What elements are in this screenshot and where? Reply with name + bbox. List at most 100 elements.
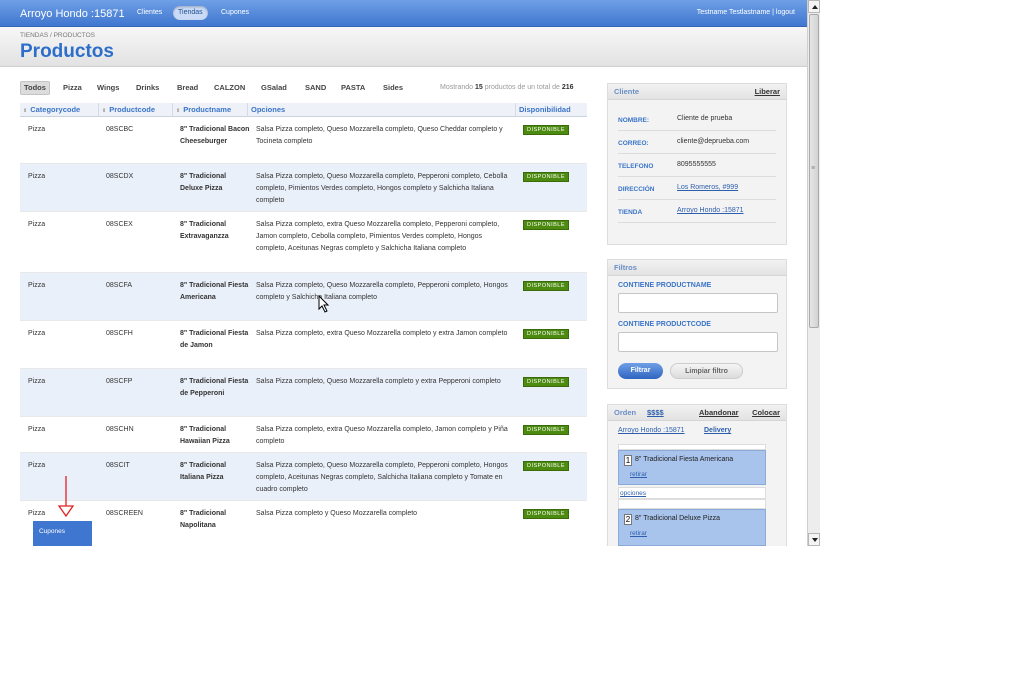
status-badge: DISPONIBLE [523,172,570,182]
row-productcode: 08SCEX [106,221,133,228]
row-productname: 8" Tradicional Napolitana [180,510,227,529]
colocar-link[interactable]: Colocar [752,405,780,421]
productname-filter-input[interactable] [618,293,778,313]
cliente-field-label: NOMBRE: [618,117,650,124]
row-productcode: 08SCREEN [106,510,143,517]
floating-cupones-button[interactable]: Cupones [33,521,92,546]
retirar-link[interactable]: retirar [630,471,647,478]
col-categorycode[interactable]: ⇕ Categorycode [20,103,99,117]
col-productcode[interactable]: ⇕ Productcode [99,103,173,117]
scroll-up-arrow-icon[interactable] [808,0,820,13]
nav-clientes[interactable]: Clientes [132,6,167,20]
row-productcode: 08SCFA [106,282,133,289]
tab-pizza[interactable]: Pizza [60,81,85,95]
browser-viewport: Arroyo Hondo :15871 Clientes Tiendas Cup… [0,0,807,546]
table-row[interactable]: Pizza 08SCFP 8" Tradicional Fiesta de Pepp… [20,369,587,417]
cliente-field-label: CORREO: [618,140,649,147]
row-options: Salsa Pizza completo, Queso Mozzarella c… [256,462,508,493]
table-row[interactable]: Pizza 08SCHN 8" Tradicional Hawaiian Pizza… [20,417,587,453]
productname-filter-label: CONTIENE PRODUCTNAME [618,282,712,289]
opciones-link[interactable]: opciones [618,487,766,499]
filtros-panel-title: Filtros [614,263,637,272]
status-badge: DISPONIBLE [523,461,570,471]
orden-panel-title: Orden [614,408,637,417]
row-productname: 8" Tradicional Extravaganzza [180,221,229,240]
filtros-panel-header: Filtros [608,260,786,276]
table-row[interactable]: Pizza 08SCFH 8" Tradicional Fiesta de Jamo… [20,321,587,369]
cliente-field-label: DIRECCIÓN [618,186,655,193]
table-row[interactable]: Pizza 08SCFA 8" Tradicional Fiesta America… [20,273,587,321]
sort-icon: ⇕ [23,108,28,114]
row-productname: 8" Tradicional Fiesta Americana [180,282,249,301]
filtrar-button[interactable]: Filtrar [618,363,663,379]
row-productcode: 08SCIT [106,462,130,469]
col-label: Productname [183,105,232,114]
scroll-down-arrow-icon[interactable] [808,533,820,546]
cliente-field-label: TELEFONO [618,163,654,170]
row-productname: 8" Tradicional Fiesta de Pepperoni [180,378,249,397]
tab-calzon[interactable]: CALZON [211,81,248,95]
retirar-link[interactable]: retirar [630,530,647,537]
filtros-panel: Filtros CONTIENE PRODUCTNAME CONTIENE PR… [607,259,787,389]
tab-gsalad[interactable]: GSalad [258,81,290,95]
order-store-link[interactable]: Arroyo Hondo :15871 [618,427,685,434]
quantity-field[interactable]: 2 [624,514,632,525]
cliente-field: TELEFONO 8095555555 [618,154,776,177]
tab-sides[interactable]: Sides [380,81,406,95]
row-productname: 8" Tradicional Fiesta de Jamon [180,330,249,349]
productcode-filter-input[interactable] [618,332,778,352]
row-productname: 8" Tradicional Deluxe Pizza [180,173,227,192]
row-category: Pizza [28,426,46,433]
tab-pasta[interactable]: PASTA [338,81,368,95]
orden-panel-header: Orden $$$$ Abandonar Colocar [608,405,786,421]
table-row[interactable]: Pizza 08SCIT 8" Tradicional Italiana Pizza… [20,453,587,501]
row-category: Pizza [28,126,46,133]
scrollbar-thumb[interactable] [809,14,819,328]
tab-bread[interactable]: Bread [174,81,201,95]
store-brand[interactable]: Arroyo Hondo :15871 [20,8,125,20]
cliente-panel-header: Cliente Liberar [608,84,786,100]
row-options: Salsa Pizza completo, extra Queso Mozzar… [256,426,508,445]
tab-todos[interactable]: Todos [20,81,50,95]
page-title: Productos [20,41,114,62]
quantity-field[interactable]: 1 [624,455,632,466]
cliente-field-value[interactable]: Los Romeros, #999 [677,184,738,191]
user-nav[interactable]: Testname Testlastname | logout [697,9,795,16]
table-row[interactable]: Pizza 08SCBC 8" Tradicional Bacon Cheesebu… [20,117,587,164]
abandonar-link[interactable]: Abandonar [699,405,739,421]
col-label: Productcode [109,105,156,114]
results-shown: 15 [475,84,483,91]
col-productname[interactable]: ⇕ Productname [173,103,248,117]
status-badge: DISPONIBLE [523,220,570,230]
col-disponibilidad: Disponibilidad [516,103,587,117]
table-row[interactable]: Pizza 08SCDX 8" Tradicional Deluxe Pizza Sa… [20,164,587,212]
orden-panel: Orden $$$$ Abandonar Colocar Arroyo Hond… [607,404,787,546]
vertical-scrollbar[interactable] [807,0,820,546]
liberar-link[interactable]: Liberar [755,84,780,100]
limpiar-filtro-button[interactable]: Limpiar filtro [670,363,743,379]
tab-sand[interactable]: SAND [302,81,329,95]
row-options: Salsa Pizza completo, extra Queso Mozzar… [256,221,500,252]
col-label: Disponibilidad [519,105,571,114]
col-opciones: Opciones [248,103,516,117]
row-category: Pizza [28,173,46,180]
row-options: Salsa Pizza completo, extra Queso Mozzar… [256,330,508,337]
row-category: Pizza [28,330,46,337]
row-productname: 8" Tradicional Italiana Pizza [180,462,227,481]
delivery-link[interactable]: Delivery [704,427,731,434]
row-category: Pizza [28,462,46,469]
cliente-field: NOMBRE: Cliente de prueba [618,108,776,131]
status-badge: DISPONIBLE [523,425,570,435]
cliente-field: CORREO: cliente@deprueba.com [618,131,776,154]
tab-wings[interactable]: Wings [94,81,122,95]
nav-cupones[interactable]: Cupones [216,6,254,20]
cliente-field-value[interactable]: Arroyo Hondo :15871 [677,207,744,214]
nav-tiendas[interactable]: Tiendas [173,6,208,20]
table-row[interactable]: Pizza 08SCREEN 8" Tradicional Napolitana Sa… [20,501,587,546]
table-row[interactable]: Pizza 08SCEX 8" Tradicional Extravaganzza S… [20,212,587,273]
row-productname: 8" Tradicional Hawaiian Pizza [180,426,230,445]
tab-drinks[interactable]: Drinks [133,81,162,95]
status-badge: DISPONIBLE [523,509,570,519]
results-middle: productos de un total de [484,84,560,91]
results-total: 216 [561,84,574,91]
